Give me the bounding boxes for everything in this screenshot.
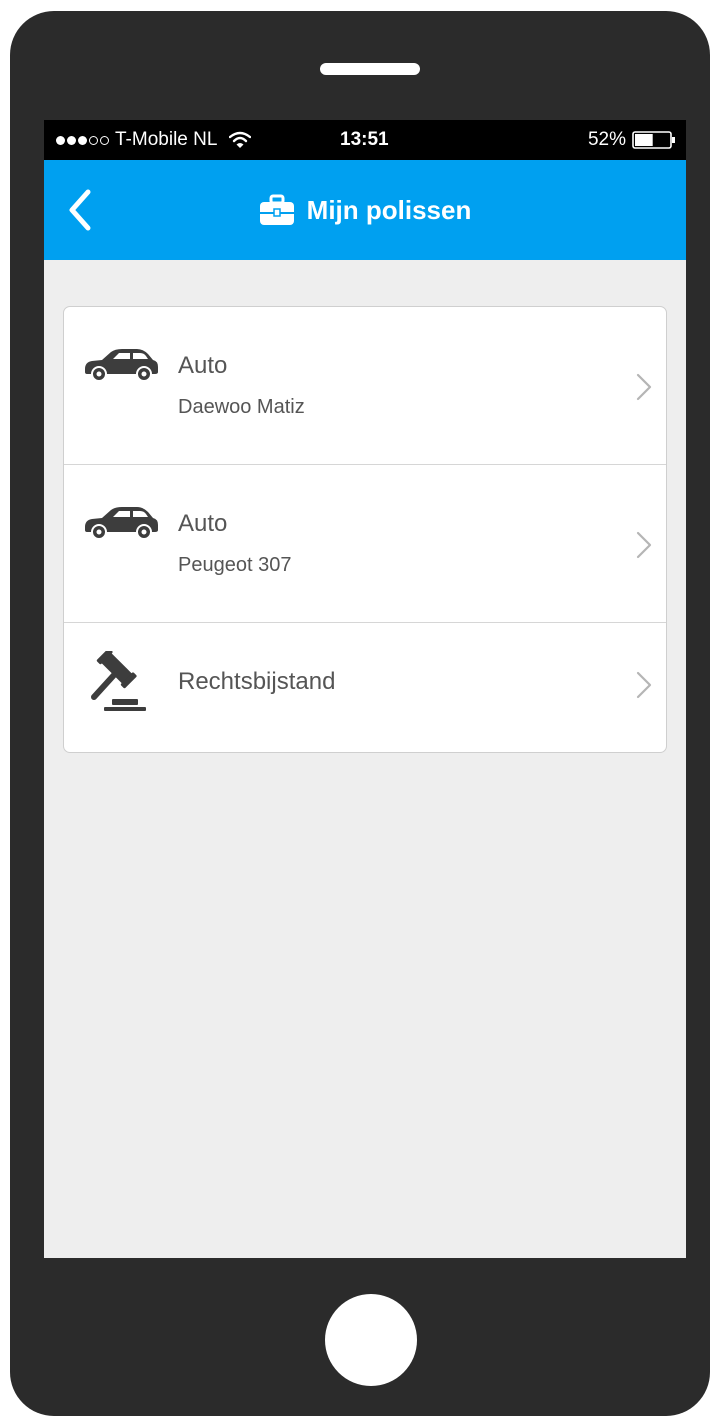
signal-dot [78, 135, 87, 145]
battery-icon [632, 131, 675, 149]
signal-dot [89, 135, 98, 145]
policy-list: Auto Daewoo Matiz Auto Peugeot 307 Recht… [63, 306, 667, 753]
briefcase-icon [259, 194, 294, 225]
car-icon [85, 507, 158, 540]
status-right: 52% [588, 129, 676, 151]
carrier-name: T-Mobile NL [115, 129, 218, 150]
policy-type-label: Auto [178, 352, 228, 379]
gavel-icon [91, 651, 146, 711]
speaker-grille [320, 63, 420, 75]
signal-dot [100, 135, 109, 145]
battery-percent: 52% [587, 129, 626, 150]
car-icon [85, 349, 158, 382]
status-bar: T-Mobile NL 13:51 52% [44, 120, 686, 160]
page-title: Mijn polissen [306, 194, 472, 225]
signal-dot [67, 135, 76, 145]
chevron-right-icon [636, 373, 652, 401]
chevron-right-icon [636, 531, 652, 559]
battery-fill [635, 134, 653, 146]
chevron-right-icon [636, 671, 652, 699]
policy-item-auto-daewoo-matiz[interactable]: Auto Daewoo Matiz [64, 307, 666, 464]
screen: T-Mobile NL 13:51 52% Mijn polissen Auto… [44, 120, 686, 1258]
signal-strength-icon [56, 135, 111, 145]
navigation-bar: Mijn polissen [44, 160, 686, 260]
status-time: 13:51 [340, 129, 389, 150]
back-button[interactable] [62, 188, 102, 232]
policy-object-label: Peugeot 307 [178, 554, 292, 576]
policy-type-label: Auto [178, 510, 228, 537]
policy-item-auto-peugeot-307[interactable]: Auto Peugeot 307 [64, 465, 666, 622]
home-button[interactable] [325, 1294, 417, 1386]
header-title-group: Mijn polissen [44, 160, 686, 260]
policy-object-label: Daewoo Matiz [178, 396, 305, 418]
wifi-icon [229, 131, 252, 148]
status-left: T-Mobile NL [56, 129, 252, 151]
chevron-left-icon [69, 189, 91, 231]
phone-frame: T-Mobile NL 13:51 52% Mijn polissen Auto… [10, 11, 710, 1416]
policy-type-label: Rechtsbijstand [178, 668, 336, 695]
policy-item-rechtsbijstand[interactable]: Rechtsbijstand [64, 623, 666, 752]
signal-dot [56, 135, 65, 145]
